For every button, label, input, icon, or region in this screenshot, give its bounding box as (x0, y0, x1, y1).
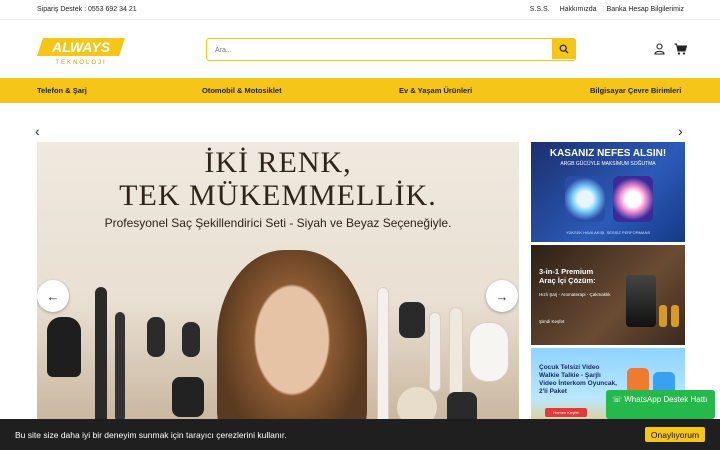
whatsapp-label: WhatsApp Destek Hattı (624, 395, 708, 404)
side-banner-cooling[interactable]: KASANIZ NEFES ALSIN! ARGB GÜCÜYLE MAKSİM… (531, 142, 685, 242)
search-box (206, 38, 576, 61)
header: ALWAYS TEKNOLOJİ (0, 20, 720, 78)
hero-subtitle: Profesyonel Saç Şekillendirici Seti - Si… (104, 216, 452, 230)
nav-item-auto-moto[interactable]: Otomobil & Motosiklet (202, 86, 282, 95)
cookie-text: Bu site size daha iyi bir deneyim sunmak… (15, 430, 287, 440)
brush-attachment-image (182, 322, 200, 357)
bank-info-link[interactable]: Banka Hesap Bilgilerimiz (607, 6, 684, 13)
fan-image (565, 176, 605, 222)
side-banner-car-device[interactable]: 3-in-1 Premium Araç İçi Çözüm: Hızlı Şar… (531, 245, 685, 345)
top-bar: Sipariş Destek : 0553 692 34 21 S.S.S. H… (0, 0, 720, 20)
search-input[interactable] (215, 43, 545, 57)
arrow-left-icon: ← (46, 288, 60, 304)
nav-item-computer-peripherals[interactable]: Bilgisayar Çevre Birimleri (590, 86, 681, 95)
nav-item-phone-charging[interactable]: Telefon & Şarj (37, 86, 87, 95)
top-links: S.S.S. Hakkımızda Banka Hesap Bilgilerim… (530, 6, 684, 13)
side-banner-title: KASANIZ NEFES ALSIN! (549, 148, 667, 159)
hair-dryer-white-image (469, 322, 509, 382)
side-banner-cta[interactable]: Şimdi Keşfet (539, 319, 564, 324)
model-image (217, 250, 367, 432)
brush-attachment-image (147, 317, 165, 357)
nav-item-home-living[interactable]: Ev & Yaşam Ürünleri (399, 86, 472, 95)
faq-link[interactable]: S.S.S. (530, 6, 550, 13)
cookie-accept-button[interactable]: Onaylıyorum (645, 427, 705, 442)
oil-bottle-image (671, 305, 679, 327)
side-banner-subtitle: Hızlı Şarj - Aromaterapi - Çakmaklık (539, 292, 611, 297)
hero-prev-button[interactable]: ← (37, 280, 69, 312)
brush-attachment-image (399, 302, 425, 338)
hero-title-line2: TEK MÜKEMMELLİK. (119, 179, 437, 212)
header-icons (654, 43, 687, 55)
chevron-left-icon[interactable]: ‹ (35, 123, 40, 139)
whatsapp-support-button[interactable]: ☏ WhatsApp Destek Hattı (606, 390, 715, 419)
search-icon (559, 44, 568, 54)
styling-wand-image (115, 312, 125, 422)
styling-wand-white-image (449, 307, 463, 397)
oil-bottle-image (659, 305, 667, 327)
side-banner-caption: YÜKSEK HAVA AKIŞI, SESSİZ PERFORMANS (565, 230, 651, 235)
support-phone: Sipariş Destek : 0553 692 34 21 (37, 6, 137, 13)
side-banner-cta[interactable]: Hemen Keşfet (545, 408, 587, 417)
hero-title: İKİ RENK, TEK MÜKEMMELLİK. (37, 146, 519, 212)
styling-wand-white-image (429, 312, 441, 392)
search-button[interactable] (552, 39, 575, 59)
styling-wand-white-image (377, 287, 389, 427)
chevron-right-icon[interactable]: › (678, 123, 683, 139)
hair-dryer-black-image (47, 317, 81, 377)
category-nav: Telefon & Şarj Otomobil & Motosiklet Ev … (0, 78, 720, 103)
side-banner-subtitle: ARGB GÜCÜYLE MAKSİMUM SOĞUTMA (560, 161, 656, 167)
logo-sub: TEKNOLOJİ (55, 59, 106, 66)
user-icon[interactable] (654, 43, 665, 55)
about-link[interactable]: Hakkımızda (560, 6, 597, 13)
car-device-image (626, 275, 656, 327)
logo[interactable]: ALWAYS TEKNOLOJİ (37, 36, 127, 66)
arrow-right-icon: → (495, 288, 509, 304)
logo-main: ALWAYS (51, 39, 111, 55)
hero-title-line1: İKİ RENK, (204, 146, 352, 179)
fan-image (613, 176, 653, 222)
cart-icon[interactable] (674, 43, 687, 55)
cookie-banner: Bu site size daha iyi bir deneyim sunmak… (0, 419, 720, 450)
side-banner-title: 3-in-1 Premium Araç İçi Çözüm: (539, 267, 596, 285)
whatsapp-icon: ☏ (612, 395, 625, 404)
hero-next-button[interactable]: → (486, 280, 518, 312)
dryer-attachment-image (172, 377, 204, 417)
hero-banner[interactable]: İKİ RENK, TEK MÜKEMMELLİK. Profesyonel S… (37, 142, 519, 432)
styling-wand-image (95, 287, 107, 427)
